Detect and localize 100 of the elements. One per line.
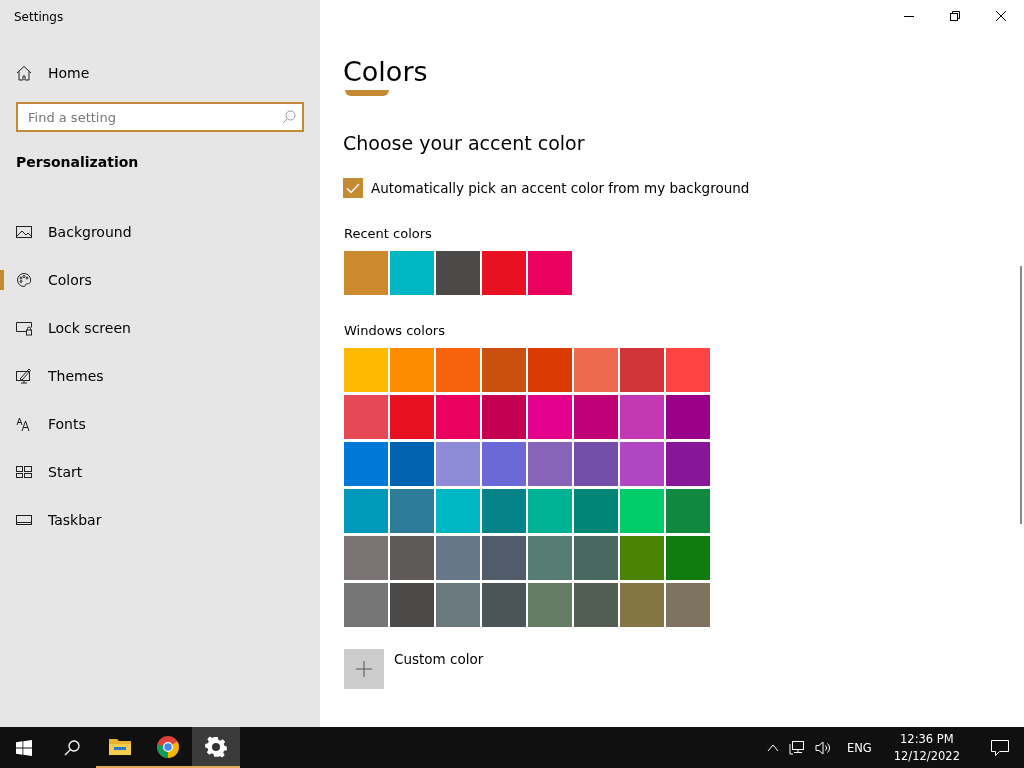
color-swatch[interactable] (482, 536, 526, 580)
network-icon[interactable] (788, 739, 805, 756)
color-swatch[interactable] (666, 395, 710, 439)
nav-item[interactable]: Lock screen (0, 304, 320, 352)
color-swatch[interactable] (528, 348, 572, 392)
checkmark-icon (346, 182, 360, 194)
color-swatch[interactable] (666, 348, 710, 392)
color-swatch[interactable] (620, 395, 664, 439)
color-swatch[interactable] (620, 442, 664, 486)
recent-colors-label: Recent colors (344, 226, 432, 241)
checkbox[interactable] (343, 178, 363, 198)
color-swatch[interactable] (574, 489, 618, 533)
home-link[interactable]: Home (0, 58, 106, 88)
color-swatch[interactable] (620, 348, 664, 392)
color-swatch[interactable] (528, 442, 572, 486)
section-heading: Personalization (16, 154, 139, 170)
add-color-button[interactable] (344, 649, 384, 689)
themes-icon (16, 368, 32, 384)
windows-logo-icon (16, 739, 32, 756)
home-label: Home (48, 65, 90, 81)
color-swatch[interactable] (344, 251, 388, 295)
color-swatch[interactable] (528, 489, 572, 533)
color-swatch[interactable] (666, 489, 710, 533)
folder-icon (109, 738, 131, 755)
color-swatch[interactable] (436, 348, 480, 392)
nav-item[interactable]: Themes (0, 352, 320, 400)
restore-icon (950, 11, 960, 21)
color-swatch[interactable] (344, 395, 388, 439)
color-swatch[interactable] (620, 583, 664, 627)
background-icon (16, 224, 32, 240)
taskbar-app-button[interactable] (192, 727, 240, 768)
color-swatch[interactable] (482, 442, 526, 486)
color-swatch[interactable] (344, 348, 388, 392)
nav-item[interactable]: Fonts (0, 400, 320, 448)
color-swatch[interactable] (574, 442, 618, 486)
search-icon (64, 739, 80, 756)
color-swatch[interactable] (436, 395, 480, 439)
color-swatch[interactable] (482, 583, 526, 627)
chrome-icon (157, 735, 179, 758)
clock[interactable]: 12:36 PM 12/12/2022 (887, 730, 966, 765)
page-title: Colors (343, 56, 428, 88)
nav-item[interactable]: Start (0, 448, 320, 496)
color-swatch[interactable] (620, 536, 664, 580)
color-swatch[interactable] (574, 395, 618, 439)
chevron-up-icon[interactable] (766, 743, 779, 752)
color-swatch[interactable] (390, 536, 434, 580)
color-swatch[interactable] (528, 536, 572, 580)
color-swatch[interactable] (482, 395, 526, 439)
search-icon (282, 110, 296, 124)
search-field[interactable]: Find a setting (16, 102, 304, 132)
start-icon (16, 464, 32, 480)
fonts-icon (16, 416, 32, 432)
color-swatch[interactable] (666, 536, 710, 580)
custom-color-label: Custom color (394, 650, 484, 667)
color-swatch[interactable] (528, 583, 572, 627)
color-swatch[interactable] (574, 583, 618, 627)
color-swatch[interactable] (482, 251, 526, 295)
color-swatch[interactable] (528, 251, 572, 295)
color-swatch[interactable] (436, 583, 480, 627)
color-swatch[interactable] (390, 489, 434, 533)
color-swatch[interactable] (436, 442, 480, 486)
color-swatch[interactable] (390, 395, 434, 439)
home-icon (16, 65, 32, 81)
speaker-icon[interactable] (814, 739, 831, 756)
nav-item[interactable]: Colors (0, 256, 320, 304)
color-swatch[interactable] (666, 583, 710, 627)
nav-item[interactable]: Background (0, 208, 320, 256)
color-swatch[interactable] (344, 489, 388, 533)
color-swatch[interactable] (344, 536, 388, 580)
color-swatch[interactable] (344, 583, 388, 627)
color-swatch[interactable] (620, 489, 664, 533)
window-title: Settings (13, 9, 64, 26)
nav-item[interactable]: Taskbar (0, 496, 320, 544)
color-swatch[interactable] (436, 489, 480, 533)
settings-icon (205, 736, 227, 758)
color-swatch[interactable] (390, 442, 434, 486)
color-swatch[interactable] (528, 395, 572, 439)
color-swatch[interactable] (436, 251, 480, 295)
plus-icon (356, 661, 372, 677)
colors-icon (16, 272, 32, 288)
speech-bubble-icon (991, 739, 1009, 756)
color-swatch[interactable] (574, 536, 618, 580)
language-indicator[interactable]: ENG (840, 740, 878, 755)
color-swatch[interactable] (344, 442, 388, 486)
color-swatch[interactable] (482, 489, 526, 533)
close-icon (996, 11, 1006, 21)
color-swatch[interactable] (574, 348, 618, 392)
color-swatch[interactable] (666, 442, 710, 486)
scrollbar[interactable] (1020, 266, 1022, 524)
color-swatch[interactable] (390, 251, 434, 295)
color-swatch[interactable] (482, 348, 526, 392)
taskbar-icon (16, 512, 32, 528)
color-swatch[interactable] (390, 348, 434, 392)
section-heading: Choose your accent color (343, 132, 585, 154)
color-swatch[interactable] (436, 536, 480, 580)
color-swatch[interactable] (390, 583, 434, 627)
toggle-switch-edge (345, 90, 389, 96)
windows-colors-label: Windows colors (344, 323, 445, 338)
minimize-icon (904, 15, 914, 17)
lock-icon (16, 320, 32, 336)
